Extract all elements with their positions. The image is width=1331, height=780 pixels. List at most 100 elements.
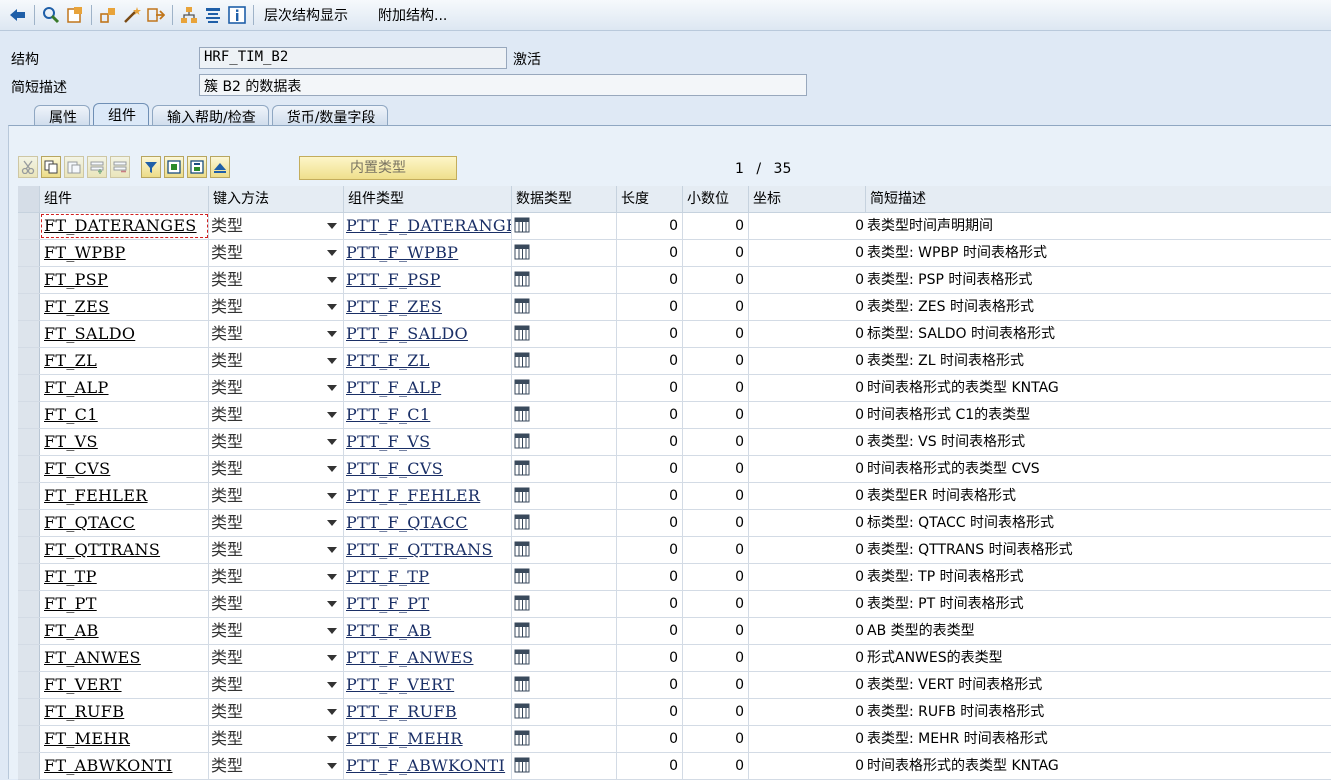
table-row[interactable]: FT_WPBP 类型 PTT_F_WPBP 0 0 0 表类型: WPBP 时间表格形式 [18, 240, 1331, 267]
typing-method-select[interactable]: 类型 [209, 429, 344, 455]
row-selector[interactable] [18, 483, 40, 509]
col-header-component[interactable]: 组件 [40, 186, 209, 212]
typing-method-select[interactable]: 类型 [209, 618, 344, 644]
table-row[interactable]: FT_PSP 类型 PTT_F_PSP 0 0 0 表类型: PSP 时间表格形式 [18, 267, 1331, 294]
typing-method-select[interactable]: 类型 [209, 456, 344, 482]
chevron-down-icon[interactable] [327, 736, 337, 742]
component-type-link[interactable]: PTT_F_WPBP [344, 240, 512, 266]
row-selector[interactable] [18, 537, 40, 563]
component-name[interactable]: FT_TP [40, 564, 209, 590]
row-selector[interactable] [18, 321, 40, 347]
table-row[interactable]: FT_VERT 类型 PTT_F_VERT 0 0 0 表类型: VERT 时间表格形式 [18, 672, 1331, 699]
typing-method-select[interactable]: 类型 [209, 483, 344, 509]
row-selector[interactable] [18, 294, 40, 320]
typing-method-select[interactable]: 类型 [209, 213, 344, 239]
cut-icon[interactable] [18, 156, 38, 178]
chevron-down-icon[interactable] [327, 223, 337, 229]
component-type-link[interactable]: PTT_F_C1 [344, 402, 512, 428]
activate-icon[interactable] [65, 5, 85, 25]
component-name[interactable]: FT_ALP [40, 375, 209, 401]
table-row[interactable]: FT_MEHR 类型 PTT_F_MEHR 0 0 0 表类型: MEHR 时间表格形式 [18, 726, 1331, 753]
chevron-down-icon[interactable] [327, 709, 337, 715]
row-selector[interactable] [18, 510, 40, 536]
display-change-icon[interactable] [41, 5, 61, 25]
col-header-coordinate[interactable]: 坐标 [749, 186, 866, 212]
component-name[interactable]: FT_ABWKONTI [40, 753, 209, 779]
delete-row-icon[interactable] [110, 156, 130, 178]
component-name[interactable]: FT_ZL [40, 348, 209, 374]
typing-method-select[interactable]: 类型 [209, 564, 344, 590]
component-name[interactable]: FT_VS [40, 429, 209, 455]
typing-method-select[interactable]: 类型 [209, 645, 344, 671]
object-list-icon[interactable] [146, 5, 166, 25]
table-row[interactable]: FT_PT 类型 PTT_F_PT 0 0 0 表类型: PT 时间表格形式 [18, 591, 1331, 618]
table-row[interactable]: FT_CVS 类型 PTT_F_CVS 0 0 0 时间表格形式的表类型 CVS [18, 456, 1331, 483]
typing-method-select[interactable]: 类型 [209, 726, 344, 752]
chevron-down-icon[interactable] [327, 655, 337, 661]
row-selector[interactable] [18, 240, 40, 266]
component-name[interactable]: FT_VERT [40, 672, 209, 698]
typing-method-select[interactable]: 类型 [209, 348, 344, 374]
typing-method-select[interactable]: 类型 [209, 240, 344, 266]
row-selector[interactable] [18, 699, 40, 725]
row-selector[interactable] [18, 456, 40, 482]
hierarchy-display-button[interactable]: 层次结构显示 [260, 3, 352, 27]
tab-attributes[interactable]: 属性 [34, 105, 90, 126]
table-row[interactable]: FT_ABWKONTI 类型 PTT_F_ABWKONTI 0 0 0 时间表格形式的表类型… [18, 753, 1331, 780]
table-row[interactable]: FT_DATERANGES 类型 PTT_F_DATERANGES 0 0 0 表类型时间声… [18, 213, 1331, 240]
paste-icon[interactable] [64, 156, 84, 178]
col-header-method[interactable]: 键入方法 [209, 186, 344, 212]
component-name[interactable]: FT_ANWES [40, 645, 209, 671]
component-type-link[interactable]: PTT_F_ZES [344, 294, 512, 320]
typing-method-select[interactable]: 类型 [209, 321, 344, 347]
where-used-icon[interactable] [98, 5, 118, 25]
component-name[interactable]: FT_PT [40, 591, 209, 617]
short-desc-field[interactable]: 簇 B2 的数据表 [199, 74, 807, 96]
component-type-link[interactable]: PTT_F_PSP [344, 267, 512, 293]
other-object-icon[interactable] [203, 5, 223, 25]
typing-method-select[interactable]: 类型 [209, 267, 344, 293]
col-header-data-type[interactable]: 数据类型 [512, 186, 617, 212]
row-selector[interactable] [18, 429, 40, 455]
component-name[interactable]: FT_FEHLER [40, 483, 209, 509]
chevron-down-icon[interactable] [327, 574, 337, 580]
table-row[interactable]: FT_ALP 类型 PTT_F_ALP 0 0 0 时间表格形式的表类型 KNTAG [18, 375, 1331, 402]
component-type-link[interactable]: PTT_F_VERT [344, 672, 512, 698]
component-type-link[interactable]: PTT_F_ALP [344, 375, 512, 401]
row-selector[interactable] [18, 375, 40, 401]
component-type-link[interactable]: PTT_F_FEHLER [344, 483, 512, 509]
details-icon[interactable] [164, 156, 184, 178]
table-row[interactable]: FT_SALDO 类型 PTT_F_SALDO 0 0 0 标类型: SALDO 时间表格形… [18, 321, 1331, 348]
row-selector[interactable] [18, 267, 40, 293]
col-header-length[interactable]: 长度 [617, 186, 683, 212]
copy-icon[interactable] [41, 156, 61, 178]
component-name[interactable]: FT_AB [40, 618, 209, 644]
sort-icon[interactable] [210, 156, 230, 178]
chevron-down-icon[interactable] [327, 358, 337, 364]
info-icon[interactable] [227, 5, 247, 25]
table-row[interactable]: FT_ANWES 类型 PTT_F_ANWES 0 0 0 形式ANWES的表类型 [18, 645, 1331, 672]
component-name[interactable]: FT_RUFB [40, 699, 209, 725]
component-type-link[interactable]: PTT_F_MEHR [344, 726, 512, 752]
component-type-link[interactable]: PTT_F_ZL [344, 348, 512, 374]
table-row[interactable]: FT_AB 类型 PTT_F_AB 0 0 0 AB 类型的表类型 [18, 618, 1331, 645]
typing-method-select[interactable]: 类型 [209, 402, 344, 428]
col-header-comp-type[interactable]: 组件类型 [344, 186, 512, 212]
typing-method-select[interactable]: 类型 [209, 537, 344, 563]
component-type-link[interactable]: PTT_F_RUFB [344, 699, 512, 725]
row-selector[interactable] [18, 753, 40, 779]
typing-method-select[interactable]: 类型 [209, 699, 344, 725]
component-name[interactable]: FT_MEHR [40, 726, 209, 752]
hierarchy-icon[interactable] [179, 5, 199, 25]
magic-wand-icon[interactable] [122, 5, 142, 25]
component-name[interactable]: FT_ZES [40, 294, 209, 320]
tab-currency-quantity-fields[interactable]: 货币/数量字段 [271, 105, 389, 126]
component-type-link[interactable]: PTT_F_DATERANGES [344, 213, 512, 239]
component-name[interactable]: FT_WPBP [40, 240, 209, 266]
component-name[interactable]: FT_SALDO [40, 321, 209, 347]
chevron-down-icon[interactable] [327, 520, 337, 526]
component-name[interactable]: FT_C1 [40, 402, 209, 428]
row-selector[interactable] [18, 402, 40, 428]
row-selector[interactable] [18, 564, 40, 590]
col-header-decimals[interactable]: 小数位 [683, 186, 749, 212]
